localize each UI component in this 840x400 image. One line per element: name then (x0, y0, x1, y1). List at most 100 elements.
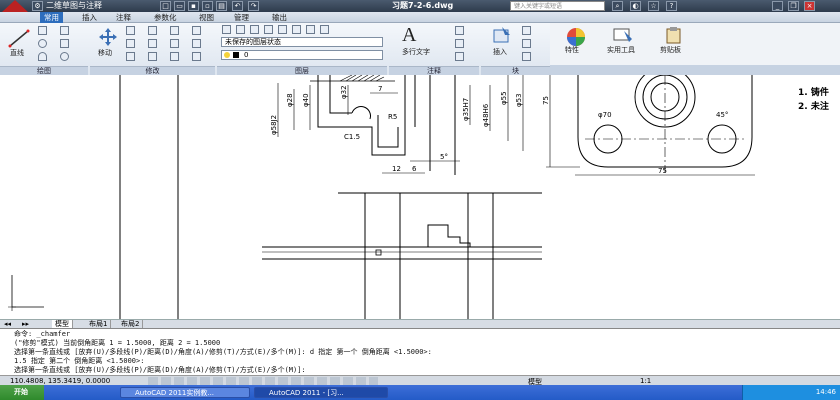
circle-icon[interactable] (38, 39, 47, 48)
command-history-line: 1.5 指定 第二个 倒角距离 <1.5000>: (14, 357, 145, 365)
panel-block[interactable]: 块 (481, 66, 550, 75)
array-icon[interactable] (170, 52, 179, 61)
layer-lock-icon[interactable] (264, 25, 273, 34)
utilities-button[interactable]: 实用工具 (607, 45, 635, 55)
layer-state-dropdown[interactable]: 未保存的图层状态 (221, 37, 383, 47)
layer-previous-icon[interactable] (292, 25, 301, 34)
restore-button[interactable]: ❐ (788, 1, 799, 11)
saveas-icon[interactable]: ▫ (202, 1, 213, 11)
undo-icon[interactable]: ↶ (232, 1, 243, 11)
clipboard-button[interactable]: 剪贴板 (660, 45, 681, 55)
tab-parametric[interactable]: 参数化 (150, 12, 181, 23)
taskbar-item[interactable]: AutoCAD 2011实例教... (120, 387, 250, 398)
dim-text: 75 (542, 96, 550, 105)
coordinate-readout[interactable]: 110.4808, 135.3419, 0.0000 (10, 377, 110, 385)
mtext-button[interactable]: 多行文字 (402, 47, 430, 57)
move-button[interactable]: 移动 (98, 48, 112, 58)
ribbon-tab-bar: 常用 插入 注释 参数化 视图 管理 输出 (0, 12, 840, 23)
start-button[interactable]: 开始 (0, 385, 44, 400)
search-input[interactable]: 键入关键字或短语 (510, 1, 605, 11)
app-logo-icon[interactable] (2, 0, 28, 12)
dim-text: φ32 (340, 85, 348, 99)
print-icon[interactable]: ▤ (216, 1, 227, 11)
command-window[interactable]: 命令: _chamfer ("修剪"模式) 当前倒角距离 1 = 1.5000,… (0, 328, 840, 375)
nav-first-icon[interactable]: ◂◂ (4, 320, 11, 328)
erase-icon[interactable] (170, 26, 179, 35)
panel-modify[interactable]: 修改 (90, 66, 215, 75)
workspace-dropdown-icon[interactable]: ⚙ (32, 1, 43, 11)
close-button[interactable]: × (804, 1, 815, 11)
new-icon[interactable]: □ (160, 1, 171, 11)
tab-output[interactable]: 输出 (268, 12, 291, 23)
layer-properties-icon[interactable] (222, 25, 231, 34)
redo-icon[interactable]: ↷ (248, 1, 259, 11)
layer-freeze-icon[interactable] (250, 25, 259, 34)
save-icon[interactable]: ▪ (188, 1, 199, 11)
scale-icon[interactable] (148, 52, 157, 61)
trim-icon[interactable] (148, 26, 157, 35)
open-icon[interactable]: ▭ (174, 1, 185, 11)
explode-icon[interactable] (192, 26, 201, 35)
drawing-svg[interactable]: φ58J2 φ28 φ40 φ32 7 C1.5 R5 φ35H7 φ48H6 … (0, 75, 840, 319)
tab-annotate[interactable]: 注释 (112, 12, 135, 23)
annotation-scale[interactable]: 1:1 (640, 377, 651, 385)
arc-icon[interactable] (38, 52, 47, 61)
minimize-button[interactable]: _ (772, 1, 783, 11)
edit-block-icon[interactable] (522, 39, 531, 48)
extend-icon[interactable] (192, 52, 201, 61)
line-icon[interactable] (8, 28, 30, 48)
tab-view[interactable]: 视图 (195, 12, 218, 23)
panel-draw[interactable]: 绘图 (0, 66, 88, 75)
insert-button[interactable]: 插入 (493, 47, 507, 57)
taskbar-item-active[interactable]: AutoCAD 2011 - [习... (254, 387, 388, 398)
clock[interactable]: 14:46 (816, 388, 836, 396)
attribute-icon[interactable] (522, 52, 531, 61)
mirror-icon[interactable] (126, 39, 135, 48)
properties-button[interactable]: 特性 (565, 45, 579, 55)
copy-icon[interactable] (170, 39, 179, 48)
ribbon-divider (550, 65, 840, 75)
nav-last-icon[interactable]: ▸▸ (22, 320, 29, 328)
insert-block-icon[interactable] (492, 26, 512, 44)
leader-icon[interactable] (455, 39, 464, 48)
line-button[interactable]: 直线 (10, 48, 24, 58)
utilities-icon[interactable] (612, 26, 634, 44)
panel-annotation[interactable]: 注释 (389, 66, 479, 75)
ribbon: 直线 绘图 移动 修改 未保存的图层状态 0 图层 A 多行文字 注释 插入 块 (0, 23, 550, 75)
layer-isolate-icon[interactable] (236, 25, 245, 34)
favorites-icon[interactable]: ☆ (648, 1, 659, 11)
stretch-icon[interactable] (126, 52, 135, 61)
dim-chamfer-text: C1.5 (344, 133, 360, 141)
search-icon[interactable]: ⌕ (612, 1, 623, 11)
offset-icon[interactable] (192, 39, 201, 48)
panel-layers[interactable]: 图层 (217, 66, 387, 75)
mtext-icon[interactable]: A (402, 25, 416, 45)
polyline-icon[interactable] (38, 26, 47, 35)
snap-grid-toggles[interactable] (148, 377, 378, 385)
workspace-name[interactable]: 二维草图与注释 (46, 0, 102, 12)
command-prompt-line[interactable]: 选择第一条直线或 [放弃(U)/多段线(P)/距离(D)/角度(A)/修剪(T)… (14, 366, 306, 374)
fillet-icon[interactable] (148, 39, 157, 48)
create-block-icon[interactable] (522, 26, 531, 35)
tab-manage[interactable]: 管理 (230, 12, 253, 23)
move-icon[interactable] (98, 27, 118, 47)
table-icon[interactable] (455, 52, 464, 61)
layer-off-icon[interactable] (320, 25, 329, 34)
title-bar: ⚙ 二维草图与注释 □ ▭ ▪ ▫ ▤ ↶ ↷ 习题7-2-6.dwg 键入关键… (0, 0, 840, 12)
help-icon[interactable]: ? (666, 1, 677, 11)
layer-walk-icon[interactable] (306, 25, 315, 34)
tab-home[interactable]: 常用 (40, 12, 63, 23)
current-layer-dropdown[interactable]: 0 (221, 50, 383, 60)
tab-insert[interactable]: 插入 (78, 12, 101, 23)
layout-tab-bar: ◂◂ ▸▸ 模型 布局1 布局2 (0, 319, 840, 329)
clipboard-icon[interactable] (664, 26, 684, 44)
rectangle-icon[interactable] (60, 26, 69, 35)
rotate-icon[interactable] (126, 26, 135, 35)
communication-icon[interactable]: ◐ (630, 1, 641, 11)
layer-match-icon[interactable] (278, 25, 287, 34)
drawing-canvas[interactable]: φ58J2 φ28 φ40 φ32 7 C1.5 R5 φ35H7 φ48H6 … (0, 75, 840, 319)
hatch-icon[interactable] (60, 39, 69, 48)
ellipse-icon[interactable] (60, 52, 69, 61)
taskbar: 开始 AutoCAD 2011实例教... AutoCAD 2011 - [习.… (0, 385, 840, 400)
dimension-icon[interactable] (455, 26, 464, 35)
